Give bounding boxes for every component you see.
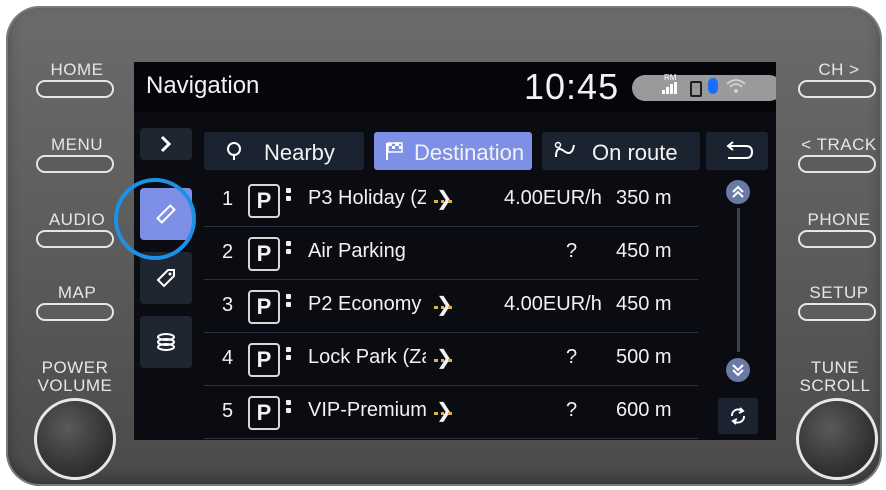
tab-on-route[interactable]: On route: [542, 132, 700, 170]
phone-hw-label: PHONE: [807, 210, 871, 229]
item-price: ?: [566, 240, 578, 262]
nearby-pin-icon: [227, 142, 241, 160]
list-item[interactable]: 5 P VIP-Premium ❯ ? 600 m: [204, 386, 698, 439]
list-item[interactable]: 2 P Air Parking ? 450 m: [204, 227, 698, 280]
home-hw-label: HOME: [50, 60, 104, 79]
refresh-button[interactable]: [718, 398, 758, 434]
setup-hw-label: SETUP: [809, 283, 869, 302]
chevron-down-icon: [732, 364, 744, 377]
track-hw-button[interactable]: [798, 155, 876, 173]
highlight-ring: [114, 178, 196, 260]
chevron-up-icon: [732, 185, 744, 198]
audio-hw-button[interactable]: [36, 230, 114, 248]
tag-icon: [156, 269, 175, 288]
phone-hw-button[interactable]: [798, 230, 876, 248]
parking-level-icon: [286, 241, 292, 263]
item-number: 2: [222, 241, 234, 263]
item-number: 4: [222, 347, 234, 369]
expand-panel-button[interactable]: [140, 128, 192, 160]
status-bar: Navigation 10:45 RM: [134, 62, 776, 112]
item-number: 1: [222, 188, 234, 210]
item-name: Lock Park (Zav: [308, 346, 426, 368]
page-title: Navigation: [146, 72, 260, 99]
status-pill: [632, 75, 776, 101]
parking-icon: P: [248, 396, 280, 430]
parking-icon: P: [248, 290, 280, 324]
item-price: 4.00EUR/h: [504, 187, 602, 209]
track-hw-label: < TRACK: [801, 135, 877, 154]
list-item[interactable]: 4 P Lock Park (Zav ❯ ? 500 m: [204, 333, 698, 386]
rm-indicator: RM: [664, 73, 677, 82]
display-screen: Navigation 10:45 RM Nearby Destination O…: [134, 62, 776, 440]
more-info-button[interactable]: ❯: [430, 186, 454, 214]
refresh-icon: [731, 407, 745, 425]
power-label: POWER: [41, 358, 109, 377]
map-hw-button[interactable]: [36, 303, 114, 321]
parking-level-icon: [286, 347, 292, 369]
tab-on-route-label: On route: [592, 140, 678, 165]
destination-list: 1 P P3 Holiday (Za ❯ 4.00EUR/h 350 m 2 P…: [204, 174, 698, 439]
scroll-label: SCROLL: [799, 376, 871, 395]
scroll-down-button[interactable]: [726, 358, 750, 382]
signal-icon: [662, 82, 677, 94]
tune-label: TUNE: [810, 358, 860, 377]
parking-icon: P: [248, 184, 280, 218]
item-price: ?: [566, 399, 578, 421]
item-name: Air Parking: [308, 240, 406, 262]
route-icon: [554, 141, 575, 158]
more-info-button[interactable]: ❯: [430, 292, 454, 320]
item-number: 3: [222, 294, 234, 316]
tag-tool-button[interactable]: [140, 252, 192, 304]
item-name: P2 Economy (Z: [308, 293, 426, 315]
volume-label: VOLUME: [37, 376, 113, 395]
list-item[interactable]: 1 P P3 Holiday (Za ❯ 4.00EUR/h 350 m: [204, 174, 698, 227]
item-distance: 600 m: [616, 399, 672, 421]
tab-nearby-label: Nearby: [264, 140, 335, 165]
setup-hw-button[interactable]: [798, 303, 876, 321]
more-info-button[interactable]: ❯: [430, 345, 454, 373]
battery-icon: [690, 81, 702, 97]
home-hw-button[interactable]: [36, 80, 114, 98]
more-info-button[interactable]: ❯: [430, 398, 454, 426]
bluetooth-icon: [708, 78, 718, 94]
checkered-flag-icon: [386, 142, 403, 160]
coins-icon: [157, 333, 175, 351]
list-item[interactable]: 3 P P2 Economy (Z ❯ 4.00EUR/h 450 m: [204, 280, 698, 333]
scroll-up-button[interactable]: [726, 180, 750, 204]
item-price: ?: [566, 346, 578, 368]
power-volume-knob[interactable]: [34, 398, 116, 480]
parking-level-icon: [286, 400, 292, 422]
side-panel: [134, 112, 200, 440]
tune-scroll-knob[interactable]: [796, 398, 878, 480]
item-distance: 450 m: [616, 240, 672, 262]
menu-hw-label: MENU: [50, 135, 104, 154]
tab-destination-label: Destination: [414, 140, 525, 165]
item-distance: 500 m: [616, 346, 672, 368]
tab-nearby[interactable]: Nearby: [204, 132, 364, 170]
tab-destination[interactable]: Destination: [374, 132, 532, 170]
item-distance: 450 m: [616, 293, 672, 315]
item-number: 5: [222, 400, 234, 422]
chevron-right-icon: [160, 135, 172, 153]
parking-level-icon: [286, 294, 292, 316]
scrollbar-track[interactable]: [737, 208, 740, 352]
menu-hw-button[interactable]: [36, 155, 114, 173]
item-name: VIP-Premium: [308, 399, 426, 421]
parking-icon: P: [248, 237, 280, 271]
clock: 10:45: [524, 66, 620, 107]
coins-tool-button[interactable]: [140, 316, 192, 368]
ch-hw-button[interactable]: [798, 80, 876, 98]
back-arrow-icon: [726, 141, 754, 159]
item-price: 4.00EUR/h: [504, 293, 602, 315]
item-name: P3 Holiday (Za: [308, 187, 426, 209]
wifi-icon: [726, 79, 746, 93]
map-hw-label: MAP: [57, 283, 97, 302]
parking-icon: P: [248, 343, 280, 377]
parking-level-icon: [286, 188, 292, 210]
back-button[interactable]: [706, 132, 768, 170]
ch-hw-label: CH >: [818, 60, 860, 79]
item-distance: 350 m: [616, 187, 672, 209]
